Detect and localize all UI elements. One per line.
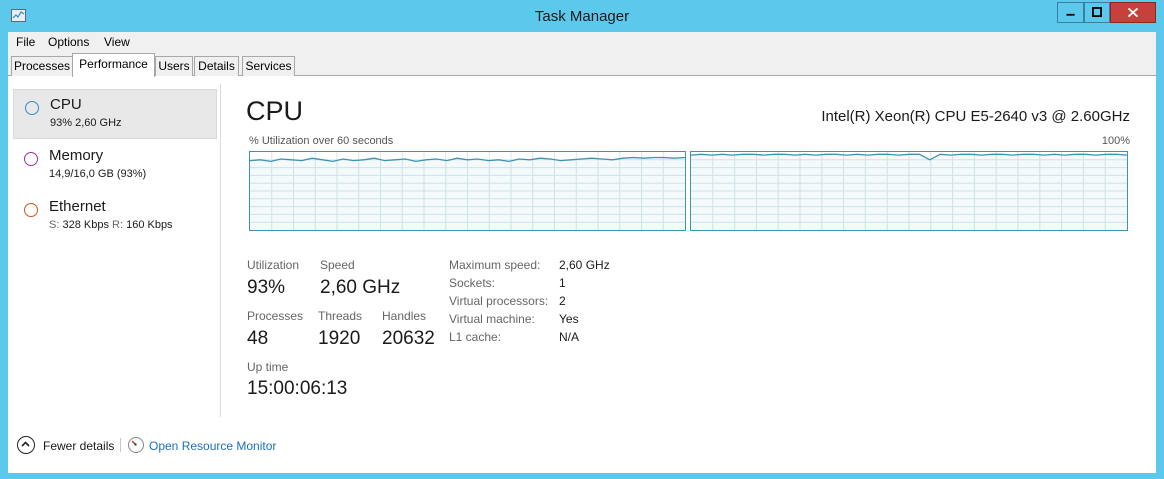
tab-strip: Processes Performance Users Details Serv… <box>8 52 1156 77</box>
cpu-graph-1 <box>690 151 1128 231</box>
handles-value: 20632 <box>382 328 435 349</box>
maximize-button[interactable] <box>1084 2 1110 23</box>
utilization-value: 93% <box>247 277 286 298</box>
tab-details[interactable]: Details <box>194 56 239 76</box>
handles-label: Handles <box>382 309 427 323</box>
ethernet-graph-icon <box>24 203 38 217</box>
resource-item-title: CPU <box>50 96 82 113</box>
menu-view[interactable]: View <box>104 35 130 49</box>
resource-item-detail: 93% 2,60 GHz <box>50 117 122 129</box>
receive-label: R: <box>112 219 124 231</box>
threads-value: 1920 <box>318 328 361 349</box>
resource-monitor-icon[interactable] <box>128 437 144 453</box>
detail-value: Yes <box>559 312 579 326</box>
cpu-graph-0-plot <box>249 152 686 230</box>
menu-file[interactable]: File <box>16 35 35 49</box>
resource-item-ethernet[interactable]: Ethernet S: 328 Kbps R: 160 Kbps <box>13 192 217 242</box>
detail-value: 1 <box>559 276 566 290</box>
utilization-area <box>250 157 685 230</box>
processes-value: 48 <box>247 328 269 349</box>
resource-item-title: Memory <box>49 147 104 164</box>
menu-options[interactable]: Options <box>48 35 89 49</box>
resource-list: CPU 93% 2,60 GHz Memory 14,9/16,0 GB (93… <box>8 77 220 427</box>
detail-key: Sockets: <box>449 276 496 290</box>
graph-caption: % Utilization over 60 seconds <box>249 135 394 147</box>
detail-value: N/A <box>559 330 580 344</box>
detail-key: L1 cache: <box>449 330 502 344</box>
fewer-details-button[interactable]: Fewer details <box>43 439 114 453</box>
close-button[interactable] <box>1110 2 1156 23</box>
tab-performance[interactable]: Performance <box>72 53 155 77</box>
open-resource-monitor-link[interactable]: Open Resource Monitor <box>149 439 276 453</box>
minimize-icon <box>1066 13 1075 16</box>
processes-label: Processes <box>247 309 304 323</box>
tab-users[interactable]: Users <box>155 56 193 76</box>
tab-services[interactable]: Services <box>242 56 295 76</box>
window-title: Task Manager <box>534 8 630 25</box>
graph-max-label: 100% <box>1101 135 1130 147</box>
detail-key: Virtual processors: <box>449 294 549 308</box>
title-bar[interactable]: Task Manager <box>0 0 1164 32</box>
detail-value: 2 <box>559 294 566 308</box>
cpu-graph-icon <box>25 101 39 115</box>
threads-label: Threads <box>318 309 363 323</box>
uptime-value: 15:00:06:13 <box>247 378 348 399</box>
send-label: S: <box>49 219 60 231</box>
pane-divider[interactable] <box>220 84 221 417</box>
chevron-up-circle-icon[interactable] <box>17 436 35 454</box>
memory-graph-icon <box>24 152 38 166</box>
cpu-graph-1-plot <box>690 152 1128 230</box>
resource-item-detail: S: 328 Kbps R: 160 Kbps <box>49 219 173 231</box>
resource-item-cpu[interactable]: CPU 93% 2,60 GHz <box>13 89 217 139</box>
task-manager-window: Task Manager File Options View Processes… <box>0 0 1164 479</box>
minimize-button[interactable] <box>1057 2 1084 23</box>
resource-item-detail: 14,9/16,0 GB (93%) <box>49 168 147 180</box>
footer: Fewer details Open Resource Monitor <box>8 428 1156 473</box>
close-icon <box>1127 7 1139 18</box>
cpu-graph-0 <box>249 151 686 231</box>
uptime-label: Up time <box>247 360 289 374</box>
detail-key: Virtual machine: <box>449 312 535 326</box>
detail-value: 2,60 GHz <box>559 258 610 272</box>
detail-key: Maximum speed: <box>449 258 541 272</box>
cpu-model-name: Intel(R) Xeon(R) CPU E5-2640 v3 @ 2.60GH… <box>821 108 1130 125</box>
speed-value: 2,60 GHz <box>320 277 401 298</box>
menu-bar: File Options View <box>8 32 1156 52</box>
utilization-area <box>691 154 1127 230</box>
utilization-label: Utilization <box>247 258 300 272</box>
client-area: File Options View Processes Performance … <box>8 32 1156 473</box>
tab-processes[interactable]: Processes <box>11 56 73 76</box>
resource-item-title: Ethernet <box>49 198 106 215</box>
send-value: 328 Kbps <box>62 219 109 231</box>
receive-value: 160 Kbps <box>126 219 173 231</box>
cpu-heading: CPU <box>246 96 304 126</box>
footer-separator <box>120 438 121 452</box>
speed-label: Speed <box>320 258 355 272</box>
maximize-icon <box>1092 7 1102 18</box>
resource-item-memory[interactable]: Memory 14,9/16,0 GB (93%) <box>13 141 217 191</box>
